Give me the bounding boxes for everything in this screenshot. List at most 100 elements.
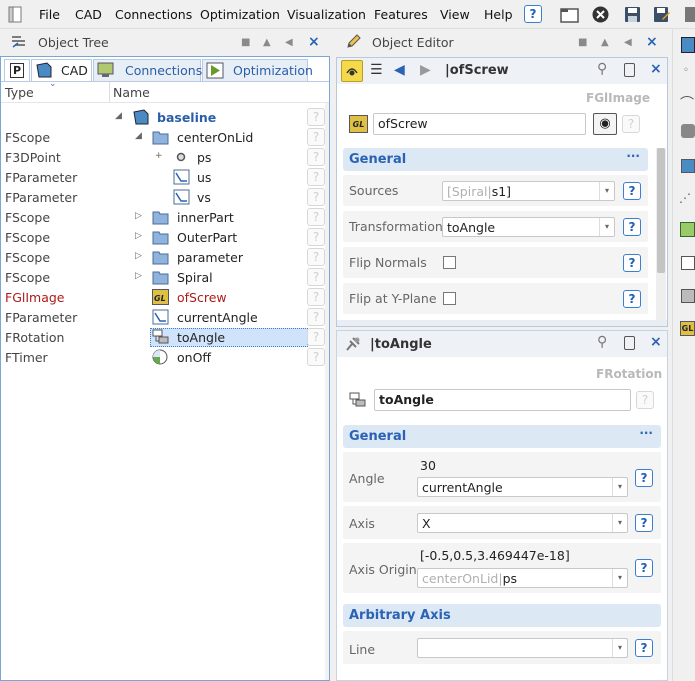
- move-left-icon[interactable]: ◀: [624, 37, 632, 48]
- expand-icon[interactable]: ▷: [135, 211, 142, 221]
- tab-cad[interactable]: CAD: [31, 59, 92, 81]
- help-button[interactable]: ?: [307, 228, 325, 246]
- sources-combo[interactable]: [Spiral|s1] ▾: [442, 181, 615, 201]
- copy-icon[interactable]: [624, 63, 635, 77]
- menu-file[interactable]: File: [39, 7, 60, 22]
- tree-row[interactable]: FScope ▷ parameter?: [1, 247, 329, 267]
- help-button[interactable]: ?: [307, 248, 325, 266]
- list-icon[interactable]: ☰: [370, 62, 383, 78]
- back-icon[interactable]: ◀: [394, 62, 405, 78]
- menu-features[interactable]: Features: [374, 7, 428, 22]
- rotation-icon[interactable]: [681, 256, 695, 270]
- menu-optimization[interactable]: Optimization: [200, 7, 280, 22]
- expand-icon[interactable]: ▷: [135, 231, 142, 241]
- tree-row[interactable]: FParameter currentAngle?: [1, 307, 329, 327]
- help-button[interactable]: ?: [635, 514, 653, 532]
- help-button[interactable]: ?: [307, 148, 325, 166]
- dropdown-icon[interactable]: ▾: [612, 514, 627, 532]
- section-general[interactable]: General ···: [343, 425, 661, 448]
- section-arbitrary-axis[interactable]: Arbitrary Axis: [343, 604, 661, 627]
- tree-row[interactable]: FScope ◢ centerOnLid?: [1, 127, 329, 147]
- transformation-combo[interactable]: toAngle ▾: [442, 217, 615, 237]
- expand-icon[interactable]: ▷: [135, 251, 142, 261]
- close-circle-icon[interactable]: [591, 5, 610, 24]
- toolbar-overflow-icon[interactable]: [683, 5, 695, 24]
- tab-connections[interactable]: Connections: [93, 59, 202, 81]
- help-button[interactable]: ?: [635, 469, 653, 487]
- cad-shape-icon[interactable]: [681, 37, 695, 53]
- help-button[interactable]: ?: [307, 288, 325, 306]
- close-icon[interactable]: ×: [650, 61, 662, 77]
- point-icon[interactable]: ◦: [683, 65, 689, 76]
- folder-open-icon[interactable]: [560, 5, 579, 24]
- mesh-icon[interactable]: [680, 222, 695, 237]
- menu-cad[interactable]: CAD: [75, 7, 102, 22]
- tree-row[interactable]: FParameter vs?: [1, 187, 329, 207]
- more-icon[interactable]: ···: [639, 426, 653, 440]
- tree-row-root[interactable]: ◢ baseline ?: [1, 107, 329, 127]
- search-icon[interactable]: ⚲: [597, 334, 607, 350]
- help-button[interactable]: ?: [307, 268, 325, 286]
- tree-row[interactable]: FRotation toAngle?: [1, 327, 329, 347]
- pin-icon[interactable]: [344, 335, 364, 353]
- gl-image-icon[interactable]: GL: [680, 321, 695, 336]
- help-button[interactable]: ?: [623, 182, 641, 200]
- section-general[interactable]: General ···: [343, 148, 648, 171]
- close-icon[interactable]: ×: [650, 334, 662, 350]
- curve-icon[interactable]: ⌒: [680, 93, 694, 113]
- axis-origin-combo[interactable]: centerOnLid|ps ▾: [417, 568, 628, 588]
- dropdown-icon[interactable]: ▾: [612, 639, 627, 657]
- copy-icon[interactable]: [624, 336, 635, 350]
- angle-combo[interactable]: currentAngle ▾: [417, 477, 628, 497]
- move-up-icon[interactable]: ▲: [601, 37, 609, 48]
- help-button[interactable]: ?: [307, 328, 325, 346]
- help-button[interactable]: ?: [635, 559, 653, 577]
- collapse-icon[interactable]: ◢: [115, 111, 122, 121]
- forward-icon[interactable]: ▶: [420, 62, 431, 78]
- help-button[interactable]: ?: [307, 308, 325, 326]
- save-as-icon[interactable]: [652, 5, 671, 24]
- menu-help[interactable]: Help: [484, 7, 513, 22]
- visibility-eye-icon[interactable]: ◉: [593, 113, 617, 135]
- dropdown-icon[interactable]: ▾: [612, 478, 627, 496]
- help-button[interactable]: ?: [622, 115, 640, 133]
- help-button[interactable]: ?: [307, 188, 325, 206]
- help-button[interactable]: ?: [635, 639, 653, 657]
- menu-connections[interactable]: Connections: [115, 7, 192, 22]
- tab-p[interactable]: P: [4, 59, 30, 81]
- move-up-icon[interactable]: ▲: [263, 37, 271, 48]
- help-button[interactable]: ?: [307, 108, 325, 126]
- pin-icon[interactable]: [341, 60, 363, 82]
- tree-row[interactable]: FScope ▷ innerPart?: [1, 207, 329, 227]
- menu-visualization[interactable]: Visualization: [287, 7, 366, 22]
- parameter-icon[interactable]: [681, 159, 695, 173]
- close-icon[interactable]: ×: [308, 34, 320, 50]
- float-icon[interactable]: ■: [241, 37, 250, 48]
- expand-icon[interactable]: ▷: [135, 271, 142, 281]
- editor-scrollbar[interactable]: [656, 148, 666, 320]
- more-icon[interactable]: ···: [626, 149, 640, 163]
- scrollbar-thumb[interactable]: [657, 148, 665, 273]
- save-icon[interactable]: [623, 5, 642, 24]
- tree-row[interactable]: F3DPoint + ps?: [1, 147, 329, 167]
- help-button[interactable]: ?: [623, 218, 641, 236]
- help-button[interactable]: ?: [307, 348, 325, 366]
- tree-row[interactable]: FScope ▷ OuterPart?: [1, 227, 329, 247]
- help-button[interactable]: ?: [623, 254, 641, 272]
- dotted-line-icon[interactable]: ⋰: [679, 191, 691, 205]
- object-name-field[interactable]: ofScrew: [373, 113, 586, 135]
- expand-plus-icon[interactable]: +: [155, 151, 163, 161]
- tree-row[interactable]: FTimer onOff?: [1, 347, 329, 367]
- tab-optimization[interactable]: Optimization: [202, 59, 313, 81]
- help-button[interactable]: ?: [524, 5, 542, 23]
- surface-icon[interactable]: [681, 124, 695, 138]
- tree-scrollbar[interactable]: [325, 103, 329, 680]
- help-button[interactable]: ?: [636, 391, 654, 409]
- line-combo[interactable]: ▾: [417, 638, 628, 658]
- app-window-icon[interactable]: [6, 5, 25, 24]
- column-header-type[interactable]: Type: [5, 85, 34, 100]
- collapse-icon[interactable]: ◢: [135, 131, 142, 141]
- dropdown-icon[interactable]: ▾: [612, 569, 627, 587]
- float-icon[interactable]: ■: [578, 37, 587, 48]
- search-icon[interactable]: ⚲: [597, 61, 607, 77]
